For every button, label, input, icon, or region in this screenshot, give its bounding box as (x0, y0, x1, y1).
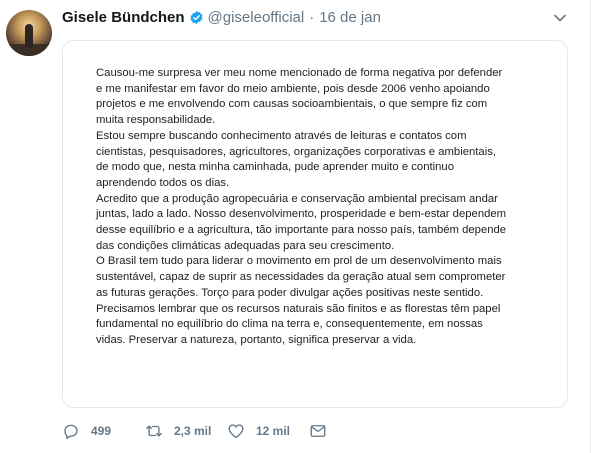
statement-line: muita responsabilidade. (96, 114, 216, 127)
statement-line: O Brasil tem tudo para liderar o movimen… (96, 255, 502, 268)
statement-line: Acredito que a produção agropecuária e c… (96, 192, 498, 205)
retweet-icon (146, 425, 162, 437)
statement-line: das condições climáticas adequadas para … (96, 239, 395, 252)
statement-line: projetos e me envolvendo com causas soci… (96, 98, 488, 111)
avatar[interactable] (6, 10, 52, 56)
statement-line: Causou-me surpresa ver meu nome menciona… (96, 67, 503, 79)
statement-text: Causou-me surpresa ver meu nome menciona… (96, 66, 544, 349)
reply-button[interactable]: 499 (62, 422, 145, 440)
statement-line: vidas. Preservar a natureza, portanto, s… (96, 333, 417, 346)
retweet-count: 2,3 mil (174, 424, 212, 438)
reply-count: 499 (91, 424, 112, 438)
statement-line: desse equilíbrio e a agricultura, tão im… (96, 224, 507, 237)
statement-line: Precisamos lembrar que os recursos natur… (96, 302, 501, 315)
verified-badge-icon (189, 10, 203, 24)
header-separator: · (309, 8, 315, 26)
statement-line: aprendendo todos os dias. (96, 176, 230, 189)
tweet-date[interactable]: 16 de jan (319, 9, 381, 26)
retweet-button[interactable]: 2,3 mil (145, 422, 227, 440)
like-count: 12 mil (256, 424, 291, 438)
statement-line: as futuras gerações. Torço para poder di… (96, 286, 484, 299)
statement-image[interactable]: Causou-me surpresa ver meu nome menciona… (62, 40, 568, 408)
chevron-down-icon[interactable] (552, 12, 568, 24)
statement-line: juntas, lado a lado. Nosso desenvolvimen… (96, 208, 507, 221)
direct-message-button[interactable] (309, 422, 327, 440)
envelope-icon (310, 425, 326, 437)
tweet-actions: 499 2,3 mil 12 mil (62, 421, 327, 441)
statement-line: Estou sempre buscando conhecimento atrav… (96, 129, 467, 142)
like-button[interactable]: 12 mil (227, 422, 309, 440)
statement-line: cientistas, pesquisadores, agricultores,… (96, 145, 496, 158)
reply-icon (64, 424, 78, 440)
statement-line: fundamental no equilíbrio do clima na te… (96, 318, 483, 331)
heart-icon (228, 424, 244, 439)
tweet-header: Gisele Bündchen @giseleofficial · 16 de … (62, 7, 381, 27)
statement-line: de modo que, nesta minha caminhada, pude… (96, 161, 454, 174)
author-name[interactable]: Gisele Bündchen (62, 9, 185, 26)
tweet: Gisele Bündchen @giseleofficial · 16 de … (0, 0, 591, 453)
statement-line: sustentável, capaz de suprir as necessid… (96, 271, 506, 284)
statement-line: e me manifestar em favor do meio ambient… (96, 82, 490, 95)
author-handle[interactable]: @giseleofficial (208, 9, 305, 26)
